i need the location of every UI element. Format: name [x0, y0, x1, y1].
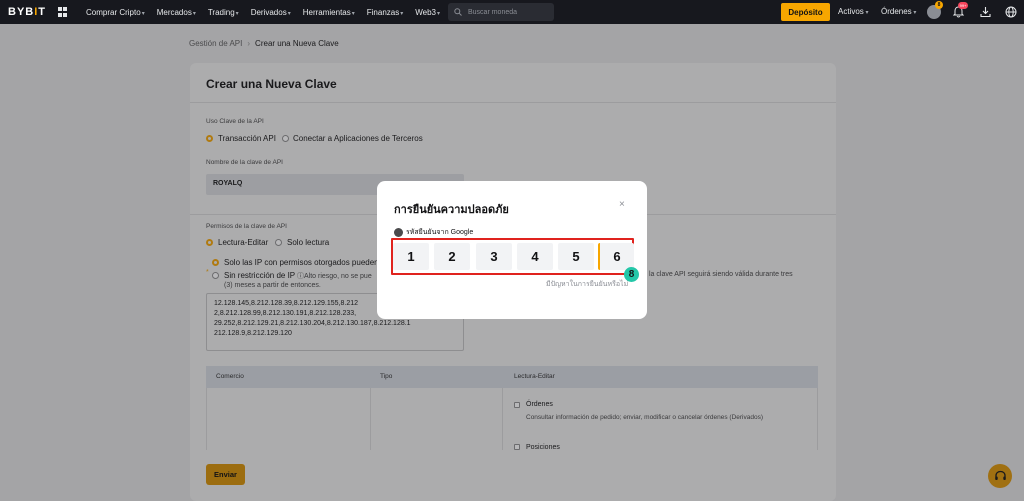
name-label: Nombre de la clave de API: [206, 159, 283, 166]
nav-mercados[interactable]: Mercados▾: [157, 8, 196, 17]
search-placeholder: Buscar moneda: [468, 8, 518, 16]
col-header-comercio: Comercio: [216, 373, 244, 380]
col-header-lectura-editar: Lectura-Editar: [514, 373, 555, 380]
asterisk-mark: *: [206, 269, 209, 276]
search-input[interactable]: Buscar moneda: [448, 3, 554, 21]
checkbox-ordenes[interactable]: [514, 402, 520, 408]
nav-finanzas[interactable]: Finanzas▾: [367, 8, 403, 17]
column-divider: [370, 388, 371, 450]
breadcrumb: Gestión de API › Crear una Nueva Clave: [189, 39, 339, 48]
notification-badge: 99+: [958, 2, 968, 9]
code-digit-6[interactable]: 6: [598, 243, 634, 270]
search-icon: [454, 8, 462, 16]
nav-web3[interactable]: Web3▾: [415, 8, 440, 17]
code-digit-4[interactable]: 4: [517, 243, 553, 270]
permissions-label: Permisos de la clave de API: [206, 223, 287, 230]
support-chat-button[interactable]: [988, 464, 1012, 488]
google-authenticator-icon: [394, 228, 403, 237]
nav-comprar-cripto[interactable]: Comprar Cripto▾: [86, 8, 145, 17]
bybit-logo[interactable]: BYBIT: [8, 6, 45, 18]
code-digit-2[interactable]: 2: [434, 243, 470, 270]
radio-ip-restricted[interactable]: [212, 259, 219, 266]
code-digit-1[interactable]: 1: [393, 243, 429, 270]
permissions-table-header: [206, 366, 818, 388]
perm-option-2-label: Solo lectura: [287, 238, 330, 247]
row-ordenes-desc: Consultar información de pedido; enviar,…: [526, 414, 764, 421]
perm-option-1-label: Lectura-Editar: [218, 238, 269, 247]
modal-title: การยืนยันความปลอดภัย: [394, 204, 509, 216]
usage-option-1-label: Transacción API: [218, 134, 276, 143]
deposit-button[interactable]: Depósito: [781, 3, 830, 21]
radio-solo-lectura[interactable]: [275, 239, 282, 246]
code-digit-3[interactable]: 3: [476, 243, 512, 270]
headset-icon: [994, 470, 1006, 480]
google-code-label-text: รหัสยืนยันจาก Google: [406, 229, 474, 236]
key-name-value: ROYALQ: [213, 180, 243, 187]
breadcrumb-current: Crear una Nueva Clave: [255, 39, 339, 48]
submit-button[interactable]: Enviar: [206, 464, 245, 485]
globe-icon[interactable]: [1005, 6, 1017, 18]
usage-label: Uso Clave de la API: [206, 118, 264, 125]
apps-grid-icon[interactable]: [58, 7, 74, 17]
ip-warning-text: ⓘAlto riesgo, no se pue: [297, 273, 372, 280]
ip-warning-text-right: la clave API seguirá siendo válida duran…: [649, 271, 793, 278]
nav-herramientas[interactable]: Herramientas▾: [303, 8, 355, 17]
column-divider: [502, 388, 503, 450]
avatar-badge: 8: [935, 1, 943, 9]
download-icon[interactable]: [980, 6, 991, 18]
ip-option-2-label: Sin restricción de IP: [224, 271, 296, 280]
radio-conectar-terceros[interactable]: [282, 135, 289, 142]
usage-option-2-label: Conectar a Aplicaciones de Terceros: [293, 134, 423, 143]
close-icon[interactable]: ×: [619, 199, 625, 210]
verification-problem-link[interactable]: มีปัญหาในการยืนยันหรือไม่: [546, 279, 628, 290]
google-code-label: รหัสยืนยันจาก Google: [394, 227, 473, 238]
nav-trading[interactable]: Trading▾: [208, 8, 239, 17]
page-title: Crear una Nueva Clave: [206, 77, 337, 91]
nav-derivados[interactable]: Derivados▾: [251, 8, 291, 17]
nav-ordenes[interactable]: Órdenes ▾: [881, 7, 916, 16]
ip-warning-line-2: (3) meses a partir de entonces.: [224, 282, 321, 289]
col-header-tipo: Tipo: [380, 373, 393, 380]
radio-no-ip-restriction[interactable]: [212, 272, 219, 279]
radio-transaccion-api[interactable]: [206, 135, 213, 142]
row-posiciones-title: Posiciones: [526, 444, 560, 451]
radio-lectura-editar[interactable]: [206, 239, 213, 246]
breadcrumb-parent[interactable]: Gestión de API: [189, 39, 242, 48]
row-ordenes-title: Órdenes: [526, 401, 553, 408]
code-digit-5[interactable]: 5: [558, 243, 594, 270]
ip-line: 29.252,8.212.129.21,8.212.130.204,8.212.…: [214, 320, 411, 327]
nav-activos[interactable]: Activos ▾: [838, 7, 868, 16]
divider: [190, 102, 836, 103]
ip-option-1-label: Solo las IP con permisos otorgados puede…: [224, 258, 386, 267]
ip-line: 212.128.9,8.212.129.120: [214, 330, 292, 337]
checkbox-posiciones[interactable]: [514, 444, 520, 450]
